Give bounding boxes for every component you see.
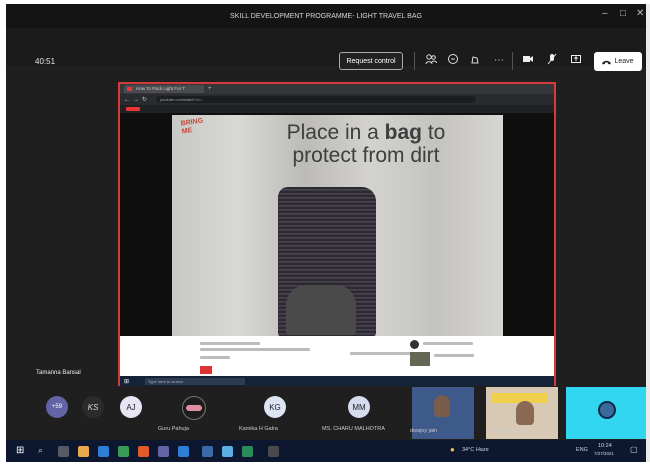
weather-icon: ● (450, 445, 455, 454)
toolbar-divider (512, 52, 513, 70)
youtube-logo-icon (126, 107, 140, 111)
toolbar-divider (414, 52, 415, 70)
youtube-header (120, 105, 554, 113)
participant-name: Kamika H Galra (239, 426, 278, 432)
app-icon[interactable] (268, 446, 279, 457)
participant-name: Yashika Sharma (486, 428, 526, 434)
leave-button[interactable]: Leave (594, 52, 642, 71)
app-icon[interactable] (78, 446, 89, 457)
windows-start-icon[interactable]: ⊞ (16, 445, 24, 456)
app-icon[interactable] (242, 446, 253, 457)
speaker-name: Tamanna Bansal (36, 370, 81, 376)
reload-icon[interactable]: ↻ (142, 96, 147, 103)
shared-screen: How To Pack Light For T + ← → ↻ youtube.… (118, 82, 556, 386)
participant-avatar[interactable]: AJ (120, 396, 142, 418)
video-caption: Place in a bag to protect from dirt (286, 121, 446, 167)
window-title: SKILL DEVELOPMENT PROGRAMME- LIGHT TRAVE… (230, 12, 422, 20)
url-field[interactable]: youtube.com/watch?v=... (156, 96, 476, 103)
participant-avatar[interactable]: KG (264, 396, 286, 418)
title-bar: SKILL DEVELOPMENT PROGRAMME- LIGHT TRAVE… (6, 4, 646, 28)
minimize-icon[interactable]: – (602, 8, 608, 19)
app-icon[interactable] (202, 446, 213, 457)
window-edge (646, 4, 650, 462)
participant-avatar[interactable] (182, 396, 206, 420)
request-control-button[interactable]: Request control (339, 52, 403, 70)
windows-start-icon: ⊞ (124, 378, 130, 385)
share-icon[interactable] (569, 53, 583, 69)
weather-text[interactable]: 34°C Haze (462, 447, 489, 453)
app-icon[interactable] (138, 446, 149, 457)
browser-tab[interactable]: How To Pack Light For T (124, 85, 204, 93)
teams-icon[interactable] (158, 446, 169, 457)
more-icon[interactable]: ⋯ (492, 53, 506, 69)
camera-off-icon[interactable] (521, 53, 535, 69)
participant-name: Guru Pahuja (158, 426, 189, 432)
forward-icon[interactable]: → (133, 97, 139, 103)
app-icon[interactable] (178, 446, 189, 457)
participant-logo-icon (186, 405, 202, 411)
meeting-timer: 40:51 (35, 57, 56, 66)
windows-taskbar: ⊞ ⌕ ● 34°C Haze ENG 10:24 7/27/2021 ▢ (6, 440, 646, 462)
participant-video-tile[interactable] (566, 387, 646, 439)
phone-hangup-icon (602, 60, 612, 64)
video-details (120, 336, 554, 378)
new-tab-icon[interactable]: + (208, 86, 212, 92)
video-player[interactable]: BRING ME Place in a bag to protect from d… (172, 115, 503, 336)
brand-logo: BRING ME (180, 117, 204, 136)
app-icon[interactable] (98, 446, 109, 457)
shoe-image (286, 285, 356, 335)
app-icon[interactable] (222, 446, 233, 457)
participants-icon[interactable] (424, 53, 438, 69)
participant-name: MS. CHARU MALHOTRA (322, 426, 385, 432)
close-icon[interactable]: ✕ (636, 8, 644, 19)
notifications-icon[interactable]: ▢ (630, 445, 638, 454)
maximize-icon[interactable]: □ (620, 8, 626, 19)
participant-name: dwajoy jain (410, 428, 438, 434)
meeting-window: SKILL DEVELOPMENT PROGRAMME- LIGHT TRAVE… (6, 4, 646, 462)
task-view-icon[interactable] (58, 446, 69, 457)
mic-off-icon[interactable] (545, 53, 559, 69)
clock-date[interactable]: 7/27/2021 (594, 451, 614, 456)
participant-avatar[interactable]: MM (348, 396, 370, 418)
browser-tab-strip: How To Pack Light For T + (120, 84, 554, 94)
more-participants-avatar[interactable]: +59 (46, 396, 68, 418)
browser-address-bar: ← → ↻ youtube.com/watch?v=... (120, 94, 554, 105)
back-icon[interactable]: ← (124, 97, 130, 103)
language-indicator[interactable]: ENG (576, 447, 588, 453)
search-icon[interactable]: ⌕ (38, 445, 43, 456)
shared-search-box: Type here to search (145, 377, 246, 385)
reactions-icon[interactable] (468, 53, 482, 69)
shared-screen-taskbar: ⊞ Type here to search (120, 376, 554, 386)
leave-label: Leave (614, 58, 634, 65)
chat-icon[interactable] (446, 53, 460, 69)
participant-avatar[interactable]: KS (82, 396, 104, 418)
app-icon[interactable] (118, 446, 129, 457)
clock-time[interactable]: 10:24 (598, 443, 612, 449)
